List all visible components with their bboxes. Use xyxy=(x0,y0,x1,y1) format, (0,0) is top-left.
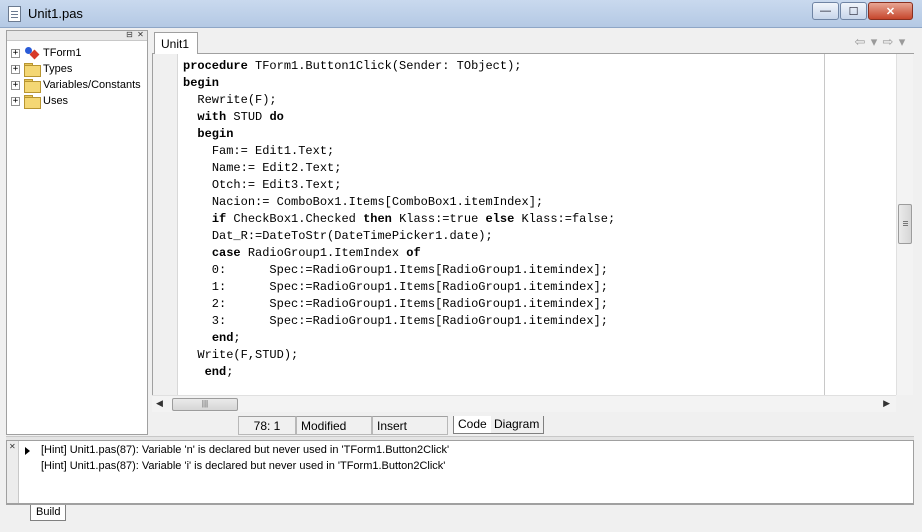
code-line[interactable]: 3: Spec:=RadioGroup1.Items[RadioGroup1.i… xyxy=(183,313,615,330)
close-icon[interactable]: ✕ xyxy=(9,442,16,451)
forward-dropdown-icon[interactable]: ▾ xyxy=(896,34,908,50)
scroll-right-icon[interactable]: ▶ xyxy=(883,398,890,409)
folder-icon xyxy=(24,95,41,109)
tab-unit1[interactable]: Unit1 xyxy=(154,32,198,55)
messages-panel-header: ✕ xyxy=(7,441,19,503)
expand-icon[interactable]: + xyxy=(11,64,20,74)
expand-icon[interactable]: + xyxy=(11,96,20,106)
expand-icon[interactable]: + xyxy=(11,80,20,90)
tree-item-label: Uses xyxy=(43,95,69,107)
title-bar: Unit1.pas — ☐ ✕ xyxy=(0,0,922,28)
pin-icon[interactable]: ⊟ xyxy=(125,31,134,40)
code-line[interactable]: procedure TForm1.Button1Click(Sender: TO… xyxy=(183,58,615,75)
close-button[interactable]: ✕ xyxy=(868,2,913,20)
tree-item-label: TForm1 xyxy=(43,47,82,59)
tree-item-variables-constants[interactable]: + Variables/Constants xyxy=(11,77,141,93)
expand-icon[interactable]: + xyxy=(11,48,20,58)
code-line[interactable]: with STUD do xyxy=(183,109,615,126)
tab-diagram[interactable]: Diagram xyxy=(490,416,545,434)
code-line[interactable]: if CheckBox1.Checked then Klass:=true el… xyxy=(183,211,615,228)
back-dropdown-icon[interactable]: ▾ xyxy=(868,34,880,50)
form-icon xyxy=(24,46,40,60)
code-line[interactable]: end; xyxy=(183,330,615,347)
editor-gutter[interactable] xyxy=(153,54,178,395)
code-line[interactable]: Name:= Edit2.Text; xyxy=(183,160,615,177)
message-item[interactable]: [Hint] Unit1.pas(87): Variable 'n' is de… xyxy=(41,444,449,456)
modified-indicator: Modified xyxy=(296,416,372,435)
minimize-button[interactable]: — xyxy=(812,2,839,20)
code-line[interactable]: begin xyxy=(183,126,615,143)
tree-item-types[interactable]: + Types xyxy=(11,61,72,77)
editor-status-bar: 78: 1 Modified Insert Code Diagram xyxy=(152,414,914,436)
tab-build[interactable]: Build xyxy=(30,505,67,521)
structure-panel-header: ⊟ ✕ xyxy=(7,31,147,41)
back-arrow-icon[interactable]: ⇦ xyxy=(854,34,866,50)
message-item[interactable]: [Hint] Unit1.pas(87): Variable 'i' is de… xyxy=(41,460,445,472)
vertical-scroll-thumb[interactable] xyxy=(898,204,912,244)
close-icon[interactable]: ✕ xyxy=(136,31,145,40)
code-line[interactable]: end; xyxy=(183,364,615,381)
editor-tab-strip: Unit1 ⇦ ▾ ⇨ ▾ xyxy=(152,30,914,55)
code-line[interactable]: case RadioGroup1.ItemIndex of xyxy=(183,245,615,262)
code-line[interactable]: begin xyxy=(183,75,615,92)
tree-item-uses[interactable]: + Uses xyxy=(11,93,68,109)
horizontal-scroll-thumb[interactable]: ||| xyxy=(172,398,238,411)
navigation-buttons: ⇦ ▾ ⇨ ▾ xyxy=(854,34,908,50)
code-line[interactable]: Otch:= Edit3.Text; xyxy=(183,177,615,194)
forward-arrow-icon[interactable]: ⇨ xyxy=(882,34,894,50)
code-line[interactable]: Fam:= Edit1.Text; xyxy=(183,143,615,160)
code-line[interactable]: 0: Spec:=RadioGroup1.Items[RadioGroup1.i… xyxy=(183,262,615,279)
message-tabs: Build xyxy=(6,504,914,526)
file-icon xyxy=(8,6,21,22)
window-title: Unit1.pas xyxy=(28,6,83,21)
structure-panel: ⊟ ✕ + TForm1 + Types + Variables/Constan… xyxy=(6,30,148,435)
insert-mode-indicator: Insert xyxy=(372,416,448,435)
code-line[interactable]: Nacion:= ComboBox1.Items[ComboBox1.itemI… xyxy=(183,194,615,211)
horizontal-scrollbar[interactable]: ◀ ||| ▶ xyxy=(152,395,896,412)
tree-item-label: Variables/Constants xyxy=(43,79,141,91)
code-editor[interactable]: procedure TForm1.Button1Click(Sender: TO… xyxy=(152,54,896,395)
code-line[interactable]: Write(F,STUD); xyxy=(183,347,615,364)
tree-item-tform1[interactable]: + TForm1 xyxy=(11,45,82,61)
vertical-scrollbar[interactable] xyxy=(896,54,913,395)
code-text[interactable]: procedure TForm1.Button1Click(Sender: TO… xyxy=(183,58,615,381)
folder-icon xyxy=(24,79,41,93)
cursor-position: 78: 1 xyxy=(238,416,296,435)
code-line[interactable]: Dat_R:=DateToStr(DateTimePicker1.date); xyxy=(183,228,615,245)
scroll-left-icon[interactable]: ◀ xyxy=(156,398,163,409)
code-line[interactable]: 1: Spec:=RadioGroup1.Items[RadioGroup1.i… xyxy=(183,279,615,296)
folder-icon xyxy=(24,63,41,77)
maximize-button[interactable]: ☐ xyxy=(840,2,867,20)
grip-icon xyxy=(903,221,908,222)
code-line[interactable]: 2: Spec:=RadioGroup1.Items[RadioGroup1.i… xyxy=(183,296,615,313)
expand-arrow-icon[interactable] xyxy=(25,447,30,455)
tab-code[interactable]: Code xyxy=(453,416,491,434)
tree-item-label: Types xyxy=(43,63,73,75)
messages-panel: ✕ [Hint] Unit1.pas(87): Variable 'n' is … xyxy=(6,440,914,504)
right-margin-line xyxy=(824,54,825,395)
code-line[interactable]: Rewrite(F); xyxy=(183,92,615,109)
